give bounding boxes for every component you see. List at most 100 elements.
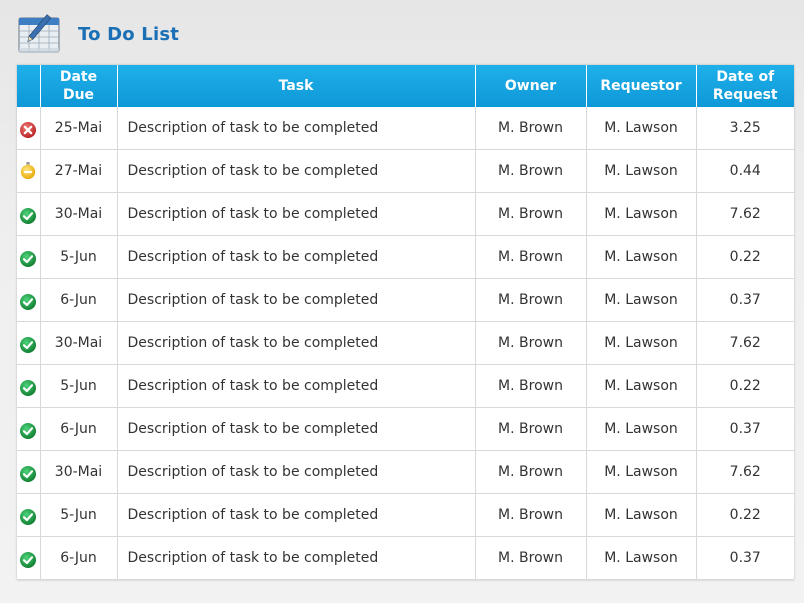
requestor-cell: M. Lawson bbox=[586, 149, 697, 193]
requestor-cell: M. Lawson bbox=[586, 192, 697, 236]
column-header-status bbox=[17, 65, 41, 107]
status-cell bbox=[17, 364, 41, 408]
task-cell: Description of task to be completed bbox=[117, 235, 476, 279]
table-row[interactable]: 30-Mai Description of task to be complete… bbox=[17, 321, 794, 365]
date-due-cell: 6-Jun bbox=[40, 536, 118, 580]
owner-cell: M. Brown bbox=[475, 493, 587, 537]
owner-cell: M. Brown bbox=[475, 192, 587, 236]
date-of-request-cell: 7.62 bbox=[696, 450, 794, 494]
status-cell bbox=[17, 149, 41, 193]
column-header-date-of-request[interactable]: Date of Request bbox=[696, 65, 794, 107]
green-check-icon bbox=[17, 250, 40, 268]
task-cell: Description of task to be completed bbox=[117, 278, 476, 322]
date-due-cell: 6-Jun bbox=[40, 407, 118, 451]
task-cell: Description of task to be completed bbox=[117, 407, 476, 451]
date-due-cell: 30-Mai bbox=[40, 450, 118, 494]
task-cell: Description of task to be completed bbox=[117, 364, 476, 408]
date-of-request-cell: 0.37 bbox=[696, 278, 794, 322]
status-cell bbox=[17, 493, 41, 537]
requestor-cell: M. Lawson bbox=[586, 107, 697, 150]
table-row[interactable]: 6-Jun Description of task to be completed… bbox=[17, 278, 794, 322]
column-header-task[interactable]: Task bbox=[117, 65, 476, 107]
date-of-request-cell: 7.62 bbox=[696, 192, 794, 236]
table-row[interactable]: 27-Mai Description of task to be complete… bbox=[17, 149, 794, 193]
table-row[interactable]: 5-Jun Description of task to be completed… bbox=[17, 364, 794, 408]
owner-cell: M. Brown bbox=[475, 321, 587, 365]
date-due-cell: 5-Jun bbox=[40, 235, 118, 279]
status-cell bbox=[17, 450, 41, 494]
date-due-cell: 25-Mai bbox=[40, 107, 118, 150]
red-x-icon bbox=[17, 121, 40, 139]
date-due-cell: 6-Jun bbox=[40, 278, 118, 322]
requestor-cell: M. Lawson bbox=[586, 364, 697, 408]
table-row[interactable]: 6-Jun Description of task to be completed… bbox=[17, 536, 794, 580]
todo-table: Date Due Task Owner Requestor Date of Re… bbox=[17, 65, 794, 580]
page-title: To Do List bbox=[78, 23, 180, 45]
date-of-request-cell: 0.22 bbox=[696, 235, 794, 279]
requestor-cell: M. Lawson bbox=[586, 278, 697, 322]
status-cell bbox=[17, 321, 41, 365]
owner-cell: M. Brown bbox=[475, 149, 587, 193]
table-header-row: Date Due Task Owner Requestor Date of Re… bbox=[17, 65, 794, 107]
date-of-request-cell: 0.22 bbox=[696, 364, 794, 408]
requestor-cell: M. Lawson bbox=[586, 450, 697, 494]
green-check-icon bbox=[17, 293, 40, 311]
date-of-request-cell: 0.37 bbox=[696, 407, 794, 451]
date-of-request-cell: 0.22 bbox=[696, 493, 794, 537]
owner-cell: M. Brown bbox=[475, 536, 587, 580]
date-due-cell: 30-Mai bbox=[40, 192, 118, 236]
date-due-cell: 5-Jun bbox=[40, 364, 118, 408]
status-cell bbox=[17, 536, 41, 580]
green-check-icon bbox=[17, 207, 40, 225]
green-check-icon bbox=[17, 465, 40, 483]
column-header-requestor[interactable]: Requestor bbox=[586, 65, 697, 107]
date-of-request-cell: 0.37 bbox=[696, 536, 794, 580]
status-cell bbox=[17, 278, 41, 322]
todo-table-container: Date Due Task Owner Requestor Date of Re… bbox=[17, 65, 794, 580]
date-due-cell: 30-Mai bbox=[40, 321, 118, 365]
green-check-icon bbox=[17, 551, 40, 569]
green-check-icon bbox=[17, 379, 40, 397]
table-body: 25-Mai Description of task to be complete… bbox=[17, 107, 794, 580]
task-cell: Description of task to be completed bbox=[117, 321, 476, 365]
owner-cell: M. Brown bbox=[475, 407, 587, 451]
table-row[interactable]: 25-Mai Description of task to be complete… bbox=[17, 107, 794, 150]
status-cell bbox=[17, 107, 41, 150]
requestor-cell: M. Lawson bbox=[586, 235, 697, 279]
status-cell bbox=[17, 235, 41, 279]
task-cell: Description of task to be completed bbox=[117, 450, 476, 494]
column-header-owner[interactable]: Owner bbox=[475, 65, 587, 107]
date-due-cell: 27-Mai bbox=[40, 149, 118, 193]
requestor-cell: M. Lawson bbox=[586, 321, 697, 365]
requestor-cell: M. Lawson bbox=[586, 536, 697, 580]
task-cell: Description of task to be completed bbox=[117, 107, 476, 150]
requestor-cell: M. Lawson bbox=[586, 407, 697, 451]
calendar-spreadsheet-icon bbox=[18, 14, 60, 53]
date-of-request-cell: 7.62 bbox=[696, 321, 794, 365]
table-row[interactable]: 30-Mai Description of task to be complete… bbox=[17, 192, 794, 236]
date-of-request-cell: 3.25 bbox=[696, 107, 794, 150]
table-row[interactable]: 6-Jun Description of task to be completed… bbox=[17, 407, 794, 451]
owner-cell: M. Brown bbox=[475, 107, 587, 150]
status-cell bbox=[17, 407, 41, 451]
task-cell: Description of task to be completed bbox=[117, 192, 476, 236]
table-row[interactable]: 30-Mai Description of task to be complete… bbox=[17, 450, 794, 494]
green-check-icon bbox=[17, 508, 40, 526]
task-cell: Description of task to be completed bbox=[117, 493, 476, 537]
owner-cell: M. Brown bbox=[475, 235, 587, 279]
owner-cell: M. Brown bbox=[475, 364, 587, 408]
status-cell bbox=[17, 192, 41, 236]
date-due-cell: 5-Jun bbox=[40, 493, 118, 537]
green-check-icon bbox=[17, 336, 40, 354]
table-row[interactable]: 5-Jun Description of task to be completed… bbox=[17, 493, 794, 537]
page-header: To Do List bbox=[16, 12, 796, 56]
date-of-request-cell: 0.44 bbox=[696, 149, 794, 193]
table-row[interactable]: 5-Jun Description of task to be completed… bbox=[17, 235, 794, 279]
green-check-icon bbox=[17, 422, 40, 440]
requestor-cell: M. Lawson bbox=[586, 493, 697, 537]
owner-cell: M. Brown bbox=[475, 450, 587, 494]
column-header-date-due[interactable]: Date Due bbox=[40, 65, 118, 107]
owner-cell: M. Brown bbox=[475, 278, 587, 322]
yellow-minus-icon bbox=[17, 162, 40, 180]
task-cell: Description of task to be completed bbox=[117, 536, 476, 580]
